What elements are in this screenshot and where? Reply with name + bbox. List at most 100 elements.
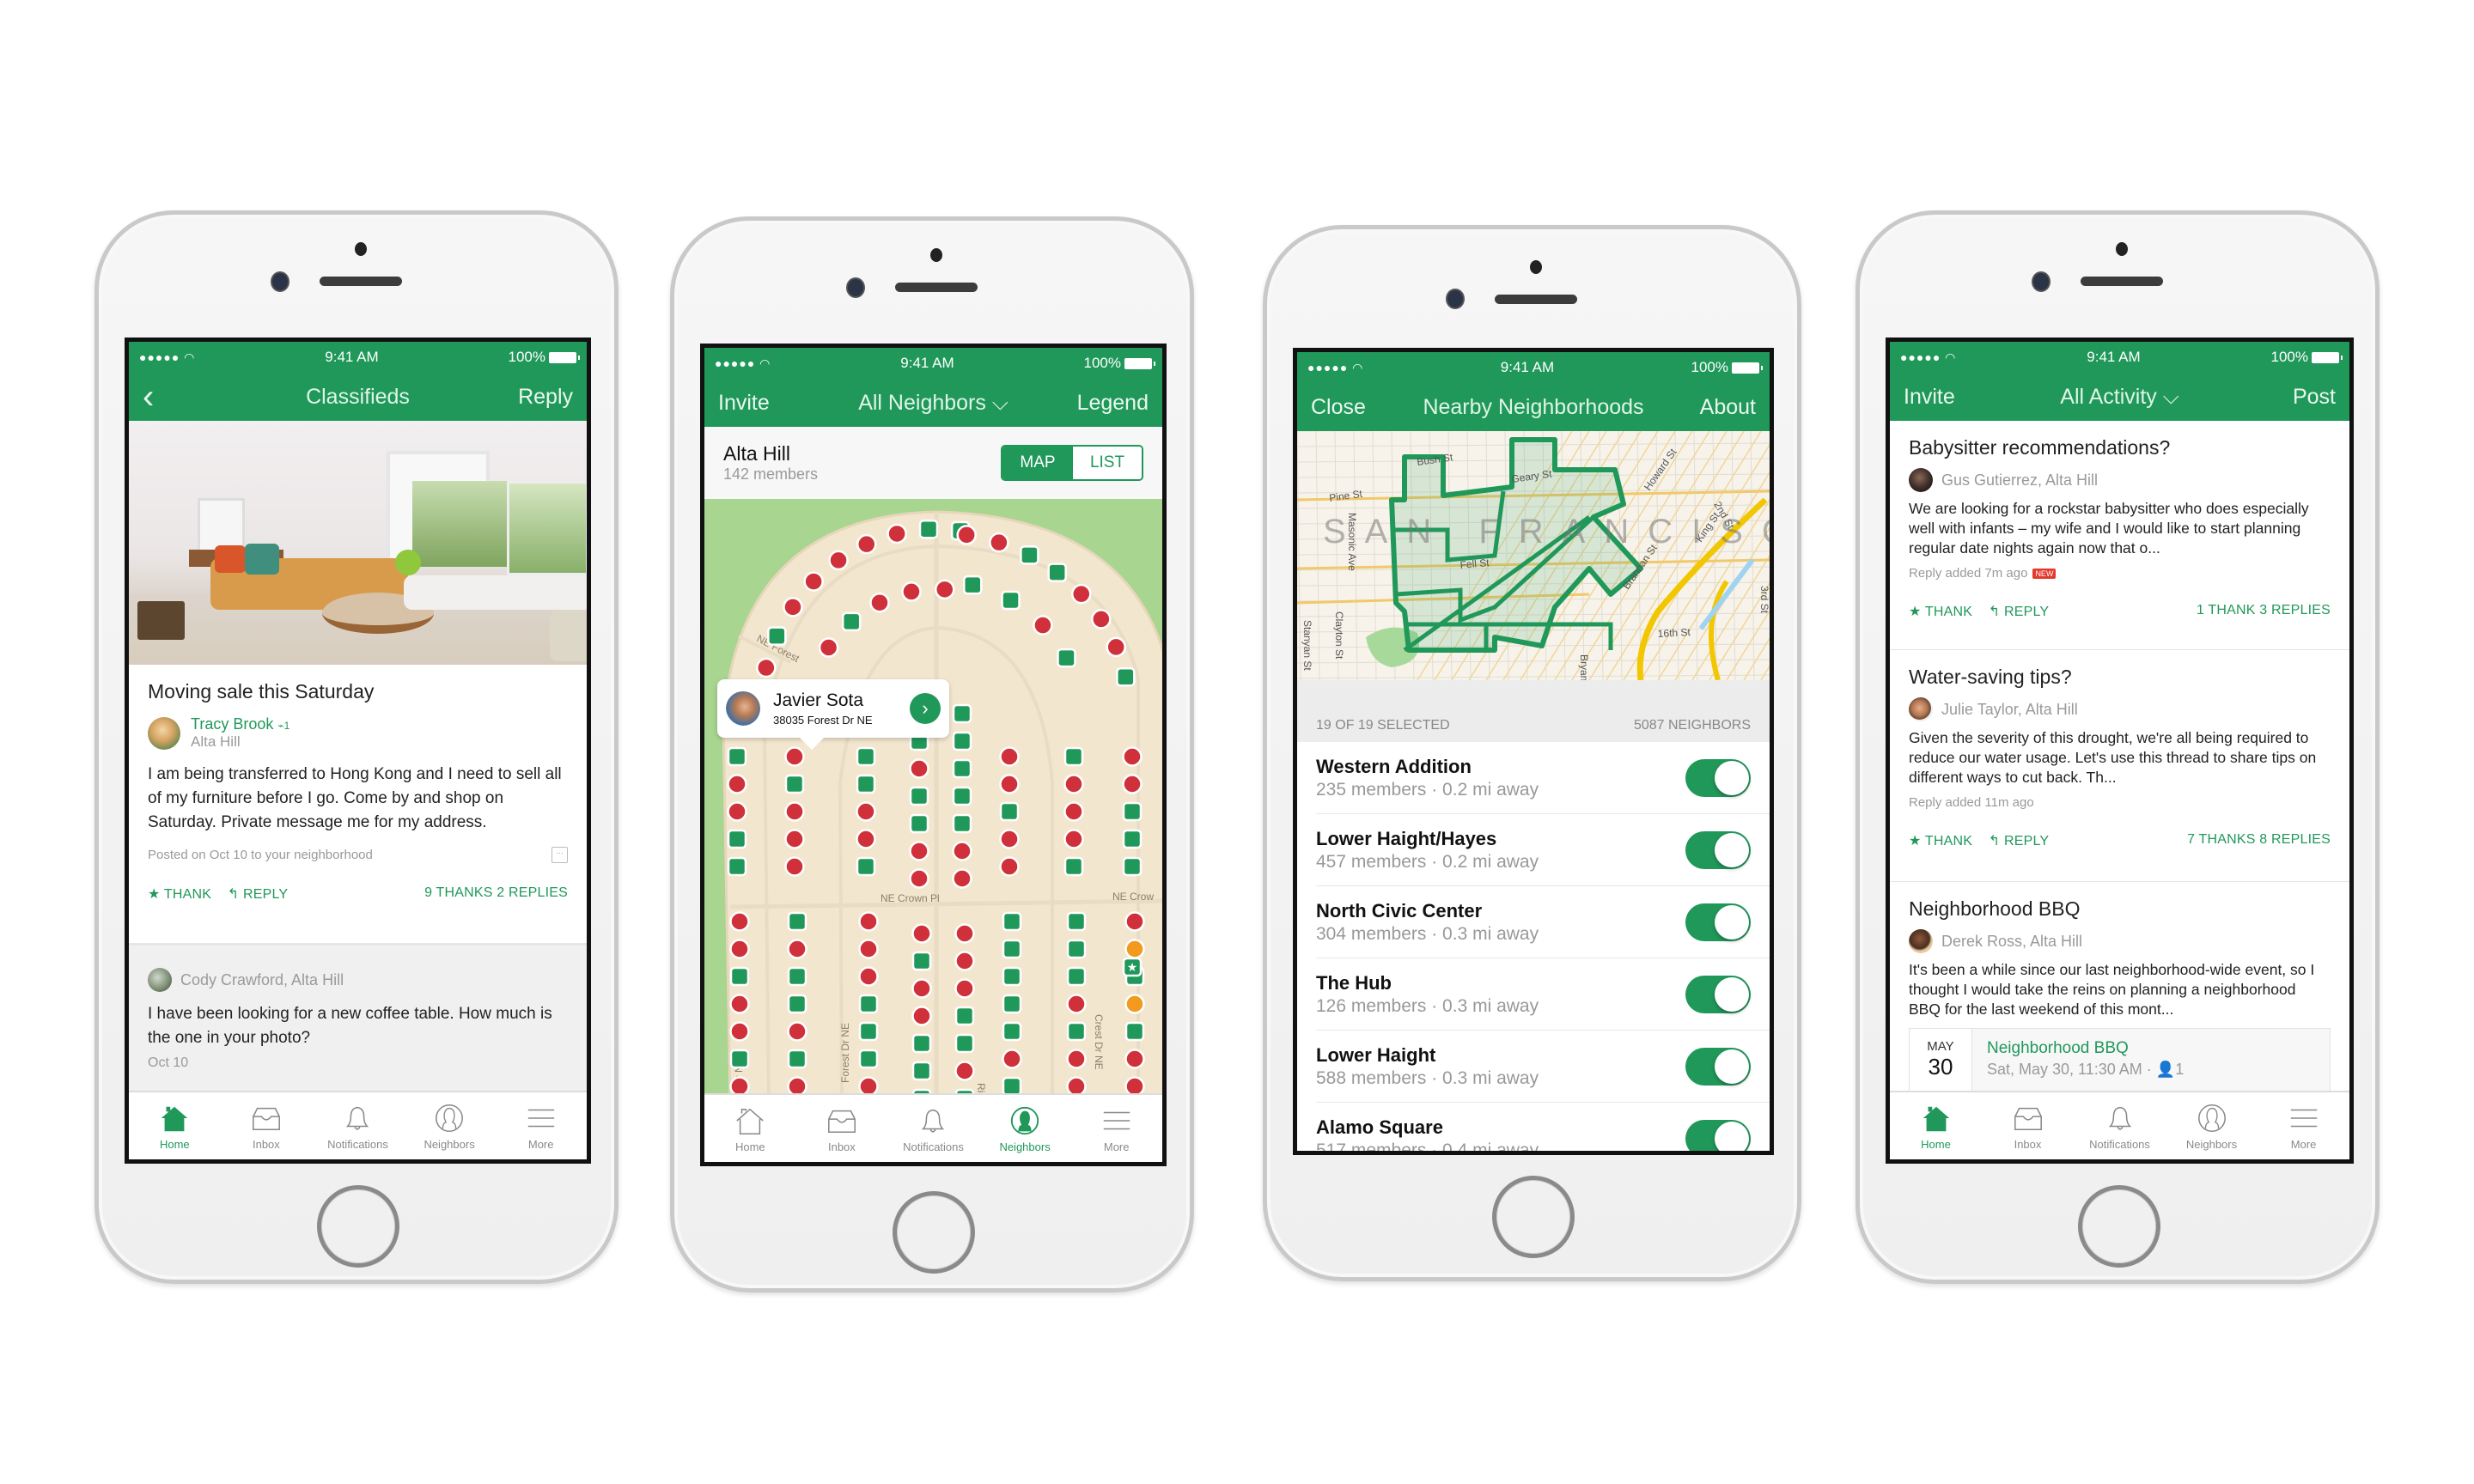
close-button[interactable]: Close <box>1311 395 1366 420</box>
house-marker[interactable] <box>856 801 876 822</box>
house-marker[interactable] <box>856 774 876 794</box>
house-marker[interactable] <box>1063 829 1084 849</box>
house-marker[interactable] <box>934 579 955 600</box>
author-avatar[interactable] <box>148 716 180 750</box>
house-marker[interactable] <box>858 966 879 987</box>
tab-more[interactable]: More <box>1070 1095 1162 1162</box>
house-marker[interactable] <box>784 746 805 767</box>
home-button[interactable] <box>2078 1185 2160 1268</box>
author-avatar[interactable] <box>1909 468 1933 492</box>
house-marker[interactable] <box>1066 994 1087 1014</box>
house-marker[interactable] <box>954 978 975 999</box>
house-marker[interactable] <box>911 978 932 999</box>
feed-post[interactable]: Water-saving tips? Julie Taylor, Alta Hi… <box>1890 650 2349 882</box>
neighborhood-toggle[interactable] <box>1685 1047 1751 1086</box>
house-marker[interactable] <box>858 1049 879 1069</box>
house-marker[interactable] <box>909 786 929 806</box>
neighborhood-toggle[interactable] <box>1685 758 1751 797</box>
tab-neighbors[interactable]: Neighbors <box>404 1092 496 1159</box>
house-marker[interactable] <box>1002 911 1022 932</box>
house-marker[interactable] <box>952 731 972 751</box>
house-marker[interactable] <box>999 829 1020 849</box>
thank-button[interactable]: ★ THANK <box>148 887 211 902</box>
house-marker[interactable] <box>787 966 807 987</box>
thank-button[interactable]: ★ THANK <box>1909 834 1972 848</box>
house-marker[interactable] <box>1124 994 1145 1014</box>
house-marker[interactable] <box>1122 856 1143 877</box>
house-marker[interactable] <box>1020 545 1039 565</box>
feed-post[interactable]: Babysitter recommendations? Gus Gutierre… <box>1890 421 2349 650</box>
house-marker[interactable] <box>787 1049 807 1069</box>
house-marker[interactable] <box>1002 1076 1022 1093</box>
commenter-name[interactable]: Cody Crawford, Alta Hill <box>180 971 344 989</box>
neighborhood-boundaries-layer[interactable]: Pine StBush StGeary StMasonic Ave Fell St… <box>1297 431 1770 680</box>
thank-button[interactable]: ★ THANK <box>1909 605 1972 619</box>
house-marker[interactable] <box>858 911 879 932</box>
house-marker[interactable] <box>784 801 805 822</box>
neighbors-filter-dropdown[interactable]: All Neighbors ⌵ <box>816 391 1051 416</box>
house-marker[interactable] <box>999 856 1020 877</box>
house-marker[interactable] <box>727 829 747 849</box>
neighborhood-row[interactable]: North Civic Center 304 members · 0.3 mi a… <box>1316 886 1770 958</box>
tab-home[interactable]: Home <box>129 1092 221 1159</box>
house-marker[interactable] <box>1002 966 1022 987</box>
neighborhood-row[interactable]: Alamo Square 517 members · 0.4 mi away <box>1316 1103 1770 1151</box>
nearby-map[interactable]: Pine St Bush St Geary St Masonic Ave Fell St… <box>1297 431 1770 680</box>
house-marker[interactable] <box>909 758 929 779</box>
tab-inbox[interactable]: Inbox <box>1982 1092 2074 1159</box>
author-name[interactable]: Julie Taylor, Alta Hill <box>1941 701 2078 719</box>
house-marker[interactable] <box>999 746 1020 767</box>
house-marker[interactable] <box>1122 829 1143 849</box>
house-marker[interactable] <box>1124 939 1145 959</box>
house-marker[interactable] <box>1001 590 1021 611</box>
house-marker[interactable] <box>1066 939 1087 959</box>
map-toggle[interactable]: MAP <box>1002 447 1073 479</box>
reply-button[interactable]: Reply <box>518 385 573 410</box>
about-button[interactable]: About <box>1700 395 1756 420</box>
house-marker[interactable] <box>1106 636 1126 658</box>
house-marker[interactable] <box>887 523 907 544</box>
list-toggle[interactable]: LIST <box>1073 447 1142 479</box>
house-marker[interactable] <box>858 1076 879 1094</box>
house-marker[interactable] <box>1047 563 1067 582</box>
house-marker[interactable] <box>1091 609 1112 629</box>
tab-neighbors[interactable]: Neighbors <box>979 1095 1071 1162</box>
post-button[interactable]: Post <box>2293 385 2336 410</box>
house-marker[interactable] <box>954 951 975 971</box>
house-marker[interactable] <box>952 813 972 834</box>
neighborhood-row[interactable]: Western Addition 235 members · 0.2 mi awa… <box>1316 742 1770 814</box>
house-marker[interactable] <box>1124 1076 1145 1094</box>
reply-action-button[interactable]: ↰ REPLY <box>1989 834 2050 848</box>
house-marker[interactable] <box>787 939 807 959</box>
house-marker[interactable] <box>841 611 862 632</box>
invite-button[interactable]: Invite <box>718 391 770 416</box>
house-marker[interactable] <box>856 829 876 849</box>
house-marker[interactable] <box>784 774 805 794</box>
neighborhood-toggle[interactable] <box>1685 1119 1751 1151</box>
listing-photo[interactable] <box>129 421 587 665</box>
house-marker[interactable] <box>1124 1021 1145 1042</box>
author-avatar[interactable] <box>1909 929 1933 953</box>
activity-filter-dropdown[interactable]: All Activity ⌵ <box>2002 385 2238 410</box>
house-marker[interactable] <box>911 951 932 971</box>
commenter-avatar[interactable] <box>148 968 172 992</box>
reply-action-button[interactable]: ↰ REPLY <box>228 887 289 902</box>
house-marker[interactable] <box>783 597 803 617</box>
house-marker[interactable] <box>1002 994 1022 1014</box>
house-marker[interactable] <box>1002 1021 1022 1042</box>
house-marker[interactable] <box>1122 774 1143 794</box>
tab-home[interactable]: Home <box>1890 1092 1982 1159</box>
house-marker[interactable] <box>952 868 972 889</box>
neighbor-callout[interactable]: Javier Sota 38035 Forest Dr NE › <box>717 679 949 751</box>
house-marker[interactable] <box>727 856 747 877</box>
tab-more[interactable]: More <box>495 1092 587 1159</box>
house-marker[interactable] <box>729 966 750 987</box>
engagement-counts[interactable]: 1 THANK 3 REPLIES <box>2197 603 2331 620</box>
house-marker[interactable] <box>999 774 1020 794</box>
tab-home[interactable]: Home <box>704 1095 796 1162</box>
neighborhood-toggle[interactable] <box>1685 975 1751 1013</box>
event-card[interactable]: MAY 30 Neighborhood BBQ Sat, May 30, 11:… <box>1909 1028 2331 1097</box>
house-marker[interactable] <box>784 829 805 849</box>
tab-neighbors[interactable]: Neighbors <box>2166 1092 2258 1159</box>
house-marker[interactable] <box>952 786 972 806</box>
